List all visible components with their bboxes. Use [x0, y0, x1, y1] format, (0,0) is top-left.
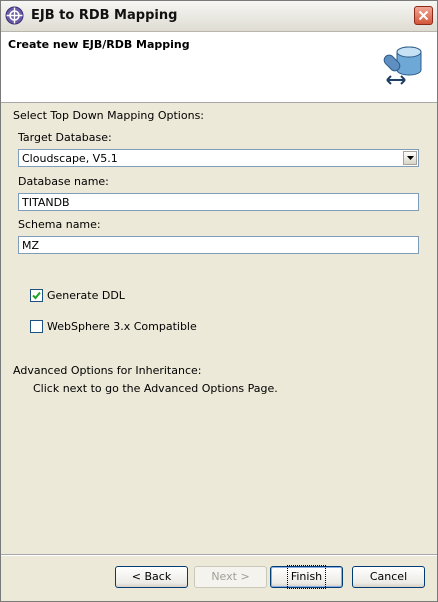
websphere-compat-checkbox[interactable]: [30, 320, 43, 333]
next-button[interactable]: Next >: [194, 566, 267, 588]
dropdown-button[interactable]: [403, 151, 417, 165]
schema-name-label: Schema name:: [18, 218, 101, 231]
title-bar[interactable]: EJB to RDB Mapping: [1, 1, 437, 32]
schema-name-input[interactable]: [22, 238, 412, 252]
button-bar-separator: [1, 554, 437, 556]
cancel-button[interactable]: Cancel: [352, 566, 425, 588]
generate-ddl-checkbox[interactable]: [30, 289, 43, 302]
generate-ddl-label: Generate DDL: [47, 289, 125, 302]
target-database-value: Cloudscape, V5.1: [22, 152, 118, 165]
wizard-page-title: Create new EJB/RDB Mapping: [8, 38, 190, 51]
next-button-label: Next >: [211, 570, 250, 583]
back-button-label: < Back: [131, 570, 172, 583]
eclipse-app-icon: [5, 6, 24, 25]
finish-button[interactable]: Finish: [270, 565, 343, 589]
close-icon: [418, 10, 429, 21]
window-title: EJB to RDB Mapping: [31, 8, 178, 23]
chevron-down-icon: [407, 156, 414, 160]
back-button[interactable]: < Back: [115, 566, 188, 588]
websphere-compat-label: WebSphere 3.x Compatible: [47, 320, 197, 333]
database-mapping-icon: [379, 40, 429, 90]
advanced-options-heading: Advanced Options for Inheritance:: [13, 364, 202, 377]
database-name-label: Database name:: [18, 175, 109, 188]
wizard-banner: Create new EJB/RDB Mapping: [1, 32, 437, 103]
database-name-input[interactable]: [22, 195, 412, 209]
target-database-select[interactable]: Cloudscape, V5.1: [18, 149, 419, 167]
mapping-options-label: Select Top Down Mapping Options:: [13, 109, 205, 122]
cancel-button-label: Cancel: [369, 570, 408, 583]
advanced-options-hint: Click next to go the Advanced Options Pa…: [33, 382, 278, 395]
close-button[interactable]: [414, 6, 433, 25]
checkmark-icon: [32, 291, 41, 300]
dialog-window: EJB to RDB Mapping Create new EJB/RDB Ma…: [0, 0, 438, 602]
schema-name-field[interactable]: [18, 236, 419, 254]
database-name-field[interactable]: [18, 193, 419, 211]
finish-button-label: Finish: [286, 565, 327, 589]
target-database-label: Target Database:: [18, 131, 112, 144]
